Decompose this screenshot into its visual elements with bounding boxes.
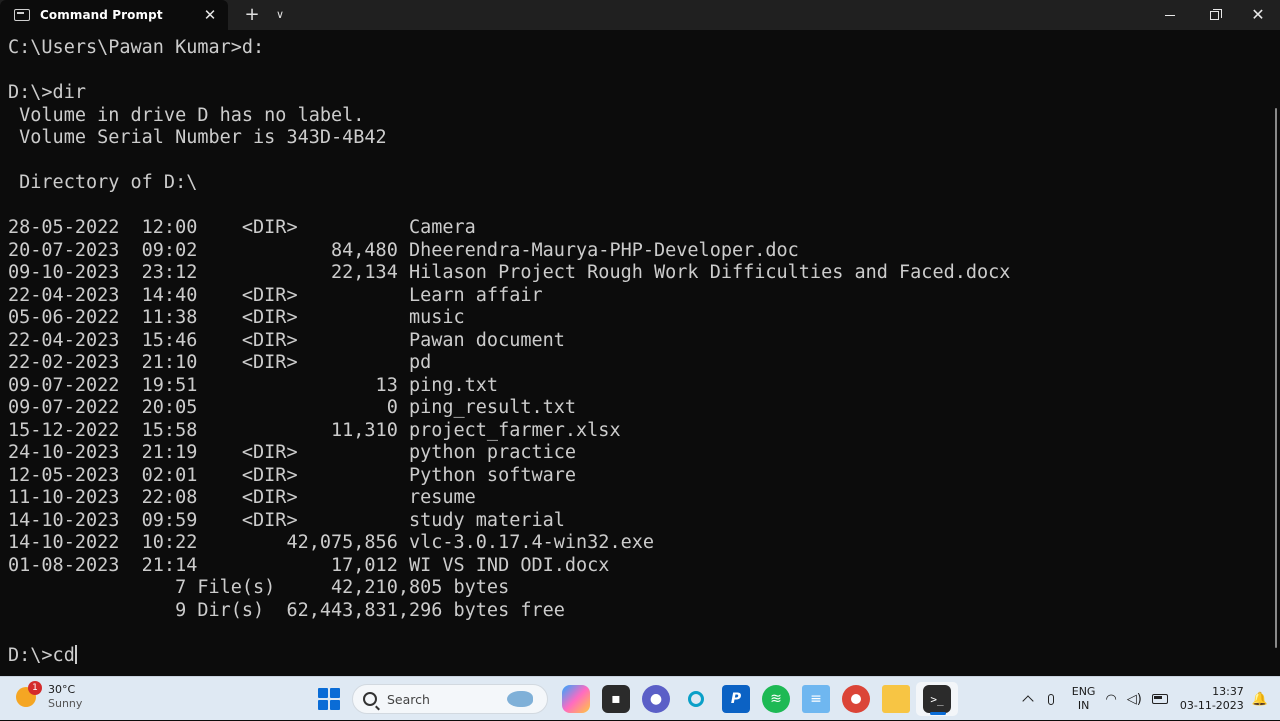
- cortana-icon[interactable]: [682, 685, 710, 713]
- chevron-down-icon[interactable]: ∨: [266, 0, 294, 30]
- terminal-line: 09-10-2023 23:12 22,134 Hilason Project …: [8, 262, 1011, 283]
- tab-title: Command Prompt: [40, 8, 163, 22]
- teams-chat-icon[interactable]: ●: [642, 685, 670, 713]
- chrome-icon[interactable]: [842, 685, 870, 713]
- battery-icon: [1151, 694, 1168, 704]
- terminal-line: 01-08-2023 21:14 17,012 WI VS IND ODI.do…: [8, 554, 610, 576]
- close-icon: ✕: [1251, 5, 1265, 24]
- microphone-icon[interactable]: [1047, 693, 1054, 705]
- notification-bell-icon[interactable]: 🔔: [1252, 692, 1268, 707]
- minimize-icon: [1165, 14, 1175, 16]
- title-bar: Command Prompt ✕ + ∨ ✕: [0, 0, 1280, 30]
- terminal-line: 09-07-2022 20:05 0 ping_result.txt: [8, 397, 577, 418]
- terminal-icon: >_: [923, 685, 951, 713]
- terminal-line: 15-12-2022 15:58 11,310 project_farmer.x…: [8, 419, 621, 441]
- minimize-button[interactable]: [1148, 0, 1192, 30]
- clock-date: 03-11-2023: [1179, 699, 1244, 712]
- terminal-line: C:\Users\Pawan Kumar>d:: [8, 37, 265, 58]
- terminal-line: Volume Serial Number is 343D-4B42: [8, 127, 387, 148]
- weather-condition: Sunny: [48, 697, 83, 710]
- notification-badge: 1: [28, 681, 42, 695]
- language-code: ENG: [1071, 685, 1096, 698]
- terminal-prompt: D:\>cd: [8, 644, 75, 666]
- chevron-up-icon[interactable]: [1022, 695, 1034, 707]
- new-tab-icon[interactable]: +: [238, 0, 266, 30]
- search-icon: [363, 692, 377, 706]
- quick-settings[interactable]: ◠ ◁): [1105, 691, 1168, 707]
- terminal-prompt-line[interactable]: D:\>cd: [8, 644, 1258, 668]
- text-cursor: [74, 644, 77, 664]
- terminal-line: 20-07-2023 09:02 84,480 Dheerendra-Maury…: [8, 239, 799, 261]
- taskbar-search[interactable]: Search: [352, 684, 548, 714]
- terminal-line: 28-05-2022 12:00 <DIR> Camera: [8, 217, 476, 238]
- command-prompt-window: Command Prompt ✕ + ∨ ✕ C:\Users\Pawan Ku…: [0, 0, 1280, 676]
- terminal-line: 22-02-2023 21:10 <DIR> pd: [8, 352, 432, 373]
- system-tray: ENG IN ◠ ◁) 13:37 03-11-2023 🔔: [1016, 677, 1280, 721]
- restore-icon: [1209, 8, 1222, 20]
- active-indicator: [930, 712, 946, 715]
- start-button-windows-icon[interactable]: [318, 688, 340, 710]
- terminal-line: 24-10-2023 21:19 <DIR> python practice: [8, 442, 577, 463]
- terminal-line: 22-04-2023 15:46 <DIR> Pawan document: [8, 329, 565, 351]
- terminal-line: 12-05-2023 02:01 <DIR> Python software: [8, 464, 577, 486]
- region-code: IN: [1077, 699, 1090, 712]
- language-indicator[interactable]: ENG IN: [1072, 685, 1096, 713]
- wifi-icon: ◠: [1105, 691, 1117, 707]
- terminal-line: 7 File(s) 42,210,805 bytes: [8, 577, 510, 598]
- taskbar: 1 30°C Sunny Search ▪ ● P ≋ ≡ >_ ENG IN …: [0, 676, 1280, 720]
- terminal-line: Volume in drive D has no label.: [8, 104, 365, 126]
- search-highlight-icon: [507, 691, 533, 707]
- terminal-line: 14-10-2023 09:59 <DIR> study material: [8, 509, 565, 531]
- terminal-output[interactable]: C:\Users\Pawan Kumar>d: D:\>dir Volume in…: [8, 37, 1258, 669]
- file-explorer-icon[interactable]: [882, 685, 910, 713]
- terminal-line: D:\>dir: [8, 82, 86, 103]
- terminal-line: 9 Dir(s) 62,443,831,296 bytes free: [8, 599, 565, 621]
- taskbar-apps: Search ▪ ● P ≋ ≡ >_: [314, 682, 958, 716]
- app-p-icon[interactable]: P: [722, 685, 750, 713]
- terminal-line: 11-10-2023 22:08 <DIR> resume: [8, 487, 476, 508]
- taskbar-terminal-active[interactable]: >_: [916, 682, 958, 716]
- terminal-line: Directory of D:\: [8, 172, 198, 193]
- spotify-icon[interactable]: ≋: [762, 685, 790, 713]
- copilot-icon[interactable]: [562, 685, 590, 713]
- sun-icon: 1: [16, 681, 42, 707]
- terminal-line: 05-06-2022 11:38 <DIR> music: [8, 307, 465, 328]
- close-button[interactable]: ✕: [1236, 0, 1280, 30]
- task-view-icon[interactable]: ▪: [602, 685, 630, 713]
- terminal-line: 14-10-2022 10:22 42,075,856 vlc-3.0.17.4…: [8, 532, 655, 553]
- clock-time: 13:37: [1212, 685, 1244, 698]
- volume-icon: ◁): [1126, 691, 1142, 707]
- scrollbar[interactable]: [1275, 108, 1277, 648]
- weather-widget[interactable]: 1 30°C Sunny: [16, 681, 83, 711]
- temperature: 30°C: [48, 683, 76, 696]
- terminal-line: 09-07-2022 19:51 13 ping.txt: [8, 374, 499, 396]
- notepad-icon[interactable]: ≡: [802, 685, 830, 713]
- cmd-icon: [14, 9, 30, 21]
- maximize-button[interactable]: [1192, 0, 1236, 30]
- clock[interactable]: 13:37 03-11-2023: [1180, 685, 1244, 713]
- tab-close-icon[interactable]: ✕: [200, 5, 220, 25]
- search-label: Search: [387, 691, 430, 707]
- terminal-line: 22-04-2023 14:40 <DIR> Learn affair: [8, 284, 543, 306]
- tab-command-prompt[interactable]: Command Prompt ✕: [0, 0, 228, 30]
